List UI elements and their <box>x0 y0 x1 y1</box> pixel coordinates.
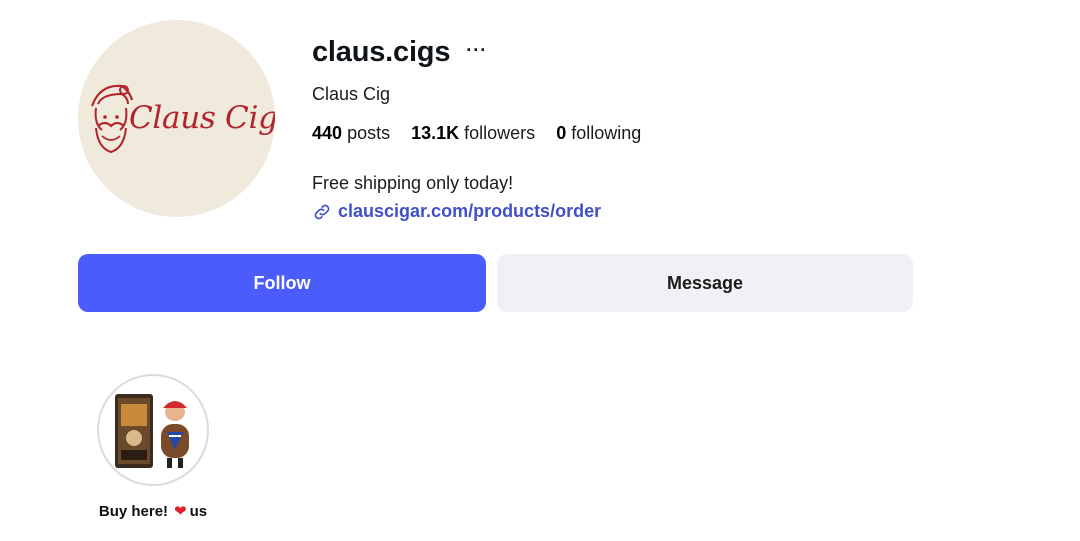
username: claus.cigs <box>312 36 451 68</box>
avatar-logo-text: Claus Cig <box>129 100 275 136</box>
following-count[interactable]: 0 following <box>556 123 641 144</box>
following-count-label: following <box>571 123 642 143</box>
profile-stats: 440 posts 13.1K followers 0 following <box>312 123 662 144</box>
highlight-label-text: Buy here! <box>98 502 169 520</box>
following-count-value: 0 <box>556 123 567 143</box>
bio-text: Free shipping only today! <box>312 173 514 193</box>
highlight-label-suffix: us <box>189 502 208 520</box>
full-name: Claus Cig <box>312 84 391 104</box>
message-button[interactable]: Message <box>497 254 913 312</box>
bio-link[interactable]: clauscigar.com/products/order <box>312 201 601 222</box>
link-icon <box>314 204 330 219</box>
highlight-label: Buy here! ❤ us <box>97 502 209 521</box>
bio-link-text: clauscigar.com/products/order <box>338 201 602 221</box>
followers-count-value: 13.1K <box>411 123 460 143</box>
posts-count[interactable]: 440 posts <box>312 123 390 144</box>
posts-count-label: posts <box>347 123 391 143</box>
more-options-button[interactable]: ··· <box>466 40 487 61</box>
product-image-icon <box>115 394 189 468</box>
posts-count-value: 440 <box>312 123 343 143</box>
heart-icon: ❤ <box>174 503 187 520</box>
followers-count-label: followers <box>464 123 536 143</box>
highlight-thumbnail[interactable] <box>97 374 209 486</box>
followers-count[interactable]: 13.1K followers <box>411 123 535 144</box>
story-highlight[interactable]: Buy here! ❤ us <box>97 374 209 520</box>
profile-avatar[interactable]: Claus Cig <box>78 20 275 217</box>
follow-button[interactable]: Follow <box>78 254 486 312</box>
username-row: claus.cigs ··· <box>312 36 487 69</box>
